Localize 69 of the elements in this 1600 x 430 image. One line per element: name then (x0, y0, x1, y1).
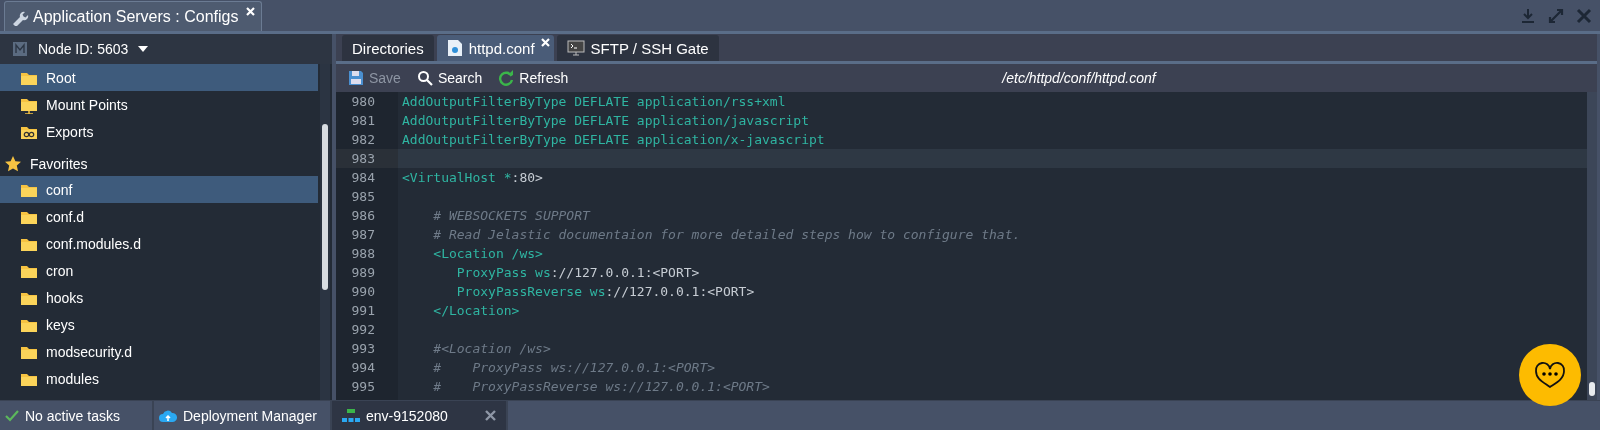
code-line: ProxyPass ws://127.0.0.1:<PORT> (455, 264, 700, 282)
line-number: 987 (350, 227, 376, 242)
line-number: 983 (350, 151, 376, 166)
scrollbar-thumb[interactable] (1589, 382, 1595, 396)
tree-item[interactable]: conf.modules.d (0, 230, 318, 257)
tree-item[interactable]: modules (0, 365, 318, 392)
star-icon (4, 154, 22, 173)
code-line: AddOutputFilterByType DEFLATE application/rss+xml (402, 93, 786, 111)
caret-icon (138, 46, 149, 52)
window-title: Application Servers : Configs (33, 7, 239, 26)
line-number: 992 (350, 322, 376, 337)
line-number: 984 (350, 170, 376, 185)
monitor-icon (566, 40, 585, 56)
line-number: 994 (350, 360, 376, 375)
download-icon (1520, 7, 1536, 24)
window-tab[interactable]: Application Servers : Configs (4, 1, 263, 31)
line-number: 993 (350, 341, 376, 356)
check-icon (5, 409, 19, 422)
code-line: # ProxyPassReverse ws://127.0.0.1:<PORT> (432, 378, 770, 396)
refresh-button[interactable]: Refresh (494, 68, 577, 88)
tree-item[interactable]: cron (0, 257, 318, 284)
tree-item[interactable]: Favorites (0, 145, 318, 176)
tree-item[interactable]: Exports (0, 118, 318, 145)
line-number: 991 (350, 303, 376, 318)
line-number: 985 (350, 189, 376, 204)
scrollbar[interactable] (1587, 92, 1597, 400)
line-number: 988 (350, 246, 376, 261)
code-line: <Location /ws> (432, 245, 543, 263)
file-path: /etc/httpd/conf/httpd.conf (1002, 70, 1156, 86)
code-line: ProxyPassReverse ws://127.0.0.1:<PORT> (455, 283, 755, 301)
line-number: 990 (350, 284, 376, 299)
node-icon (12, 41, 28, 57)
network-icon (342, 408, 360, 423)
tab[interactable]: Directories (342, 35, 434, 61)
tree-item[interactable]: Root (0, 64, 318, 91)
code-line: AddOutputFilterByType DEFLATE application/javascript (402, 112, 809, 130)
cloud-upload-icon (159, 408, 177, 423)
code-line: AddOutputFilterByType DEFLATE application/x-javascript (402, 131, 825, 149)
close-icon (1576, 7, 1592, 24)
scrollbar-thumb[interactable] (322, 124, 328, 290)
tab[interactable]: httpd.conf (436, 35, 554, 61)
code-line: #<Location /ws> (432, 340, 551, 358)
tree-item[interactable]: conf (0, 176, 318, 203)
refresh-icon (498, 70, 515, 86)
code-line: </Location> (432, 302, 520, 320)
code-line: # WEBSOCKETS SUPPORT (432, 207, 590, 225)
status-item[interactable]: env-9152080 (332, 401, 508, 430)
line-number: 980 (350, 94, 376, 109)
line-number: 995 (350, 379, 376, 394)
code-line: # ProxyPass ws://127.0.0.1:<PORT> (432, 359, 716, 377)
search-button[interactable]: Search (412, 68, 491, 88)
status-item[interactable]: No active tasks (0, 401, 154, 430)
scrollbar[interactable] (320, 64, 330, 400)
line-number: 986 (350, 208, 376, 223)
tree-item[interactable]: Mount Points (0, 91, 318, 118)
tree-item[interactable]: conf.d (0, 203, 318, 230)
code-line: # Read Jelastic documentaion for more detailed steps how to configure that. (432, 226, 1021, 244)
expand-icon (1548, 7, 1564, 24)
tree-item[interactable]: hooks (0, 284, 318, 311)
search-icon (416, 70, 433, 86)
line-number: 981 (350, 113, 376, 128)
tree-item[interactable]: modsecurity.d (0, 338, 318, 365)
code-line: <VirtualHost *:80> (402, 169, 543, 187)
line-number: 982 (350, 132, 376, 147)
tree-item[interactable]: keys (0, 311, 318, 338)
line-number: 989 (350, 265, 376, 280)
floppy-icon (348, 70, 364, 86)
close-icon[interactable] (485, 410, 496, 421)
tab[interactable]: SFTP / SSH Gate (556, 35, 719, 61)
